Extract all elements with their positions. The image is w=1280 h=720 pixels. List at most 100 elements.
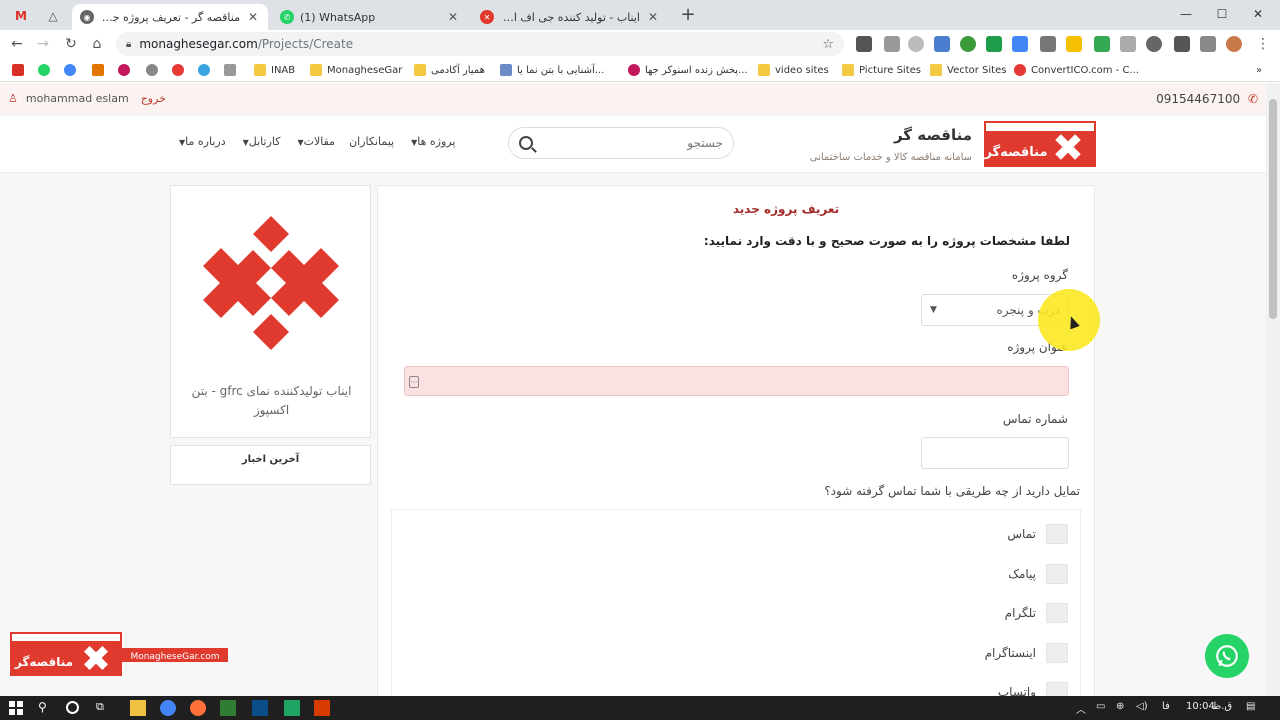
site-logo[interactable]: مناقصه‌گر bbox=[984, 121, 1096, 167]
contact-method-sms[interactable]: پیامک bbox=[1008, 564, 1068, 584]
contact-method-call[interactable]: تماس bbox=[1007, 524, 1068, 544]
back-button[interactable]: ← bbox=[6, 34, 28, 54]
extensions-puzzle-icon[interactable] bbox=[1174, 36, 1190, 52]
extension-icon[interactable] bbox=[1146, 36, 1162, 52]
bookmark-google-icon[interactable] bbox=[64, 62, 81, 78]
minimize-button[interactable]: — bbox=[1168, 4, 1204, 24]
bookmark-monaghesegar[interactable]: MonagheseGar bbox=[310, 62, 402, 78]
forward-button[interactable]: → bbox=[32, 34, 54, 54]
bookmark-converticon[interactable]: ConvertICO.com - C... bbox=[1014, 62, 1139, 78]
extension-icon[interactable] bbox=[908, 36, 924, 52]
language-indicator[interactable]: فا bbox=[1162, 701, 1170, 712]
search-input[interactable] bbox=[539, 136, 723, 150]
bookmark-circle-icon[interactable] bbox=[146, 62, 163, 78]
bookmark-snooker[interactable]: پخش زنده اسنوکر جها... bbox=[628, 62, 748, 78]
network-icon[interactable]: ⊕ bbox=[1116, 701, 1124, 712]
tray-app-icon[interactable]: ▭ bbox=[1096, 701, 1105, 712]
chrome-icon[interactable] bbox=[160, 700, 176, 716]
page-scrollbar[interactable] bbox=[1266, 83, 1280, 696]
bookmark-pin-icon[interactable] bbox=[198, 62, 215, 78]
bookmark-video-sites[interactable]: video sites bbox=[758, 62, 829, 78]
nav-articles[interactable]: مقالات▼ bbox=[294, 135, 335, 148]
extension-icon[interactable] bbox=[1040, 36, 1056, 52]
contact-method-telegram[interactable]: تلگرام bbox=[1005, 603, 1068, 623]
bookmark-picture-sites[interactable]: Picture Sites bbox=[842, 62, 921, 78]
tab-inab[interactable]: ✕ ایناب - تولید کننده جی اف ار سی ✕ bbox=[472, 4, 668, 30]
checkbox[interactable] bbox=[1046, 643, 1068, 663]
reload-button[interactable]: ↻ bbox=[60, 34, 82, 54]
checkbox[interactable] bbox=[1046, 564, 1068, 584]
task-view-icon[interactable]: ⧉ bbox=[96, 700, 112, 716]
phone-input[interactable] bbox=[921, 437, 1069, 469]
nav-projects[interactable]: پروژه ها▼ bbox=[408, 135, 455, 148]
extension-icon[interactable] bbox=[986, 36, 1002, 52]
notifications-icon[interactable]: ▤ bbox=[1246, 701, 1255, 712]
photoshop-icon[interactable] bbox=[252, 700, 268, 716]
reading-list-icon[interactable] bbox=[1200, 36, 1216, 52]
bookmark-red-icon[interactable] bbox=[118, 62, 135, 78]
bookmark-star-icon[interactable]: ☆ bbox=[822, 37, 834, 52]
extension-icon[interactable] bbox=[1094, 36, 1110, 52]
bookmark-inab[interactable]: INAB bbox=[254, 62, 295, 78]
address-bar[interactable]: 🔒︎ monaghesegar.com/Projects/Create ☆ bbox=[116, 32, 844, 56]
file-explorer-icon[interactable] bbox=[130, 700, 146, 716]
close-tab-icon[interactable]: ✕ bbox=[446, 10, 460, 24]
project-title-input[interactable]: ⋯ bbox=[404, 366, 1069, 396]
bookmark-whatsapp-icon[interactable] bbox=[38, 62, 55, 78]
company-card[interactable]: ایناب تولیدکننده نمای gfrc - بتن اکسپوز bbox=[170, 185, 371, 438]
contact-method-instagram[interactable]: اینستاگرام bbox=[985, 643, 1068, 663]
maximize-button[interactable]: ☐ bbox=[1204, 4, 1240, 24]
bookmark-beton[interactable]: آشنایی با بتن نما یا... bbox=[500, 62, 604, 78]
extension-icon[interactable] bbox=[1012, 36, 1028, 52]
extension-icon[interactable] bbox=[934, 36, 950, 52]
bookmark-opera-icon[interactable] bbox=[172, 62, 189, 78]
bookmark-hamyar[interactable]: همیار آکادمی bbox=[414, 62, 485, 78]
search-icon[interactable]: ⚲ bbox=[38, 700, 54, 716]
pinned-tab-triangle-icon[interactable]: △ bbox=[42, 6, 64, 26]
bookmark-triangle-icon[interactable] bbox=[224, 62, 241, 78]
menu-kebab-icon[interactable]: ⋮ bbox=[1252, 34, 1274, 54]
bookmark-analytics-icon[interactable] bbox=[92, 62, 109, 78]
nav-dashboard[interactable]: کارتابل▼ bbox=[240, 135, 281, 148]
whatsapp-chat-button[interactable] bbox=[1205, 634, 1249, 678]
scrollbar-thumb[interactable] bbox=[1269, 99, 1277, 319]
extension-icon[interactable] bbox=[884, 36, 900, 52]
avatar[interactable] bbox=[1226, 36, 1242, 52]
svg-text:MonagheseGar.com: MonagheseGar.com bbox=[130, 652, 219, 662]
nav-about[interactable]: درباره ما▼ bbox=[176, 135, 226, 148]
app-icon[interactable] bbox=[220, 700, 236, 716]
new-tab-button[interactable]: + bbox=[678, 5, 698, 25]
windows-start-icon[interactable] bbox=[8, 700, 24, 716]
extension-icon[interactable] bbox=[1066, 36, 1082, 52]
tab-monaghesegar[interactable]: ◉ مناقصه گر - تعریف پروژه جدید ✕ bbox=[72, 4, 268, 30]
recorder-icon[interactable] bbox=[314, 700, 330, 716]
search-icon[interactable] bbox=[519, 136, 533, 150]
checkbox[interactable] bbox=[1046, 524, 1068, 544]
clock-time[interactable]: 10:04 bbox=[1186, 701, 1215, 712]
extension-icon[interactable] bbox=[1120, 36, 1136, 52]
bookmarks-overflow-icon[interactable]: » bbox=[1256, 62, 1262, 78]
gmail-pinned-tab[interactable]: M bbox=[10, 6, 32, 26]
contact-question: تمایل دارید از چه طریقی با شما تماس گرفت… bbox=[824, 484, 1080, 498]
checkbox[interactable] bbox=[1046, 682, 1068, 696]
checkbox[interactable] bbox=[1046, 603, 1068, 623]
nav-contractors[interactable]: پیمانکاران bbox=[349, 135, 394, 148]
extension-icon[interactable] bbox=[960, 36, 976, 52]
home-button[interactable]: ⌂ bbox=[86, 34, 108, 54]
close-tab-icon[interactable]: ✕ bbox=[646, 10, 660, 24]
logout-link[interactable]: خروج bbox=[141, 92, 166, 105]
close-window-button[interactable]: ✕ bbox=[1240, 4, 1276, 24]
bookmark-vector-sites[interactable]: Vector Sites bbox=[930, 62, 1006, 78]
password-manager-key-icon[interactable]: ⋯ bbox=[409, 376, 419, 388]
contact-method-whatsapp[interactable]: واتساپ bbox=[998, 682, 1068, 696]
volume-icon[interactable]: ◁) bbox=[1136, 701, 1148, 712]
close-tab-icon[interactable]: ✕ bbox=[246, 10, 260, 24]
cortana-icon[interactable] bbox=[66, 701, 79, 714]
tab-whatsapp[interactable]: ✆ (1) WhatsApp ✕ bbox=[272, 4, 468, 30]
new-project-form: تعریف پروژه جدید لطفا مشخصات پروژه را به… bbox=[377, 185, 1095, 696]
tray-chevron-icon[interactable]: ︿ bbox=[1076, 701, 1086, 716]
bookmark-gmail-icon[interactable] bbox=[12, 62, 29, 78]
camtasia-icon[interactable] bbox=[284, 700, 300, 716]
firefox-icon[interactable] bbox=[190, 700, 206, 716]
extension-icon[interactable] bbox=[856, 36, 872, 52]
